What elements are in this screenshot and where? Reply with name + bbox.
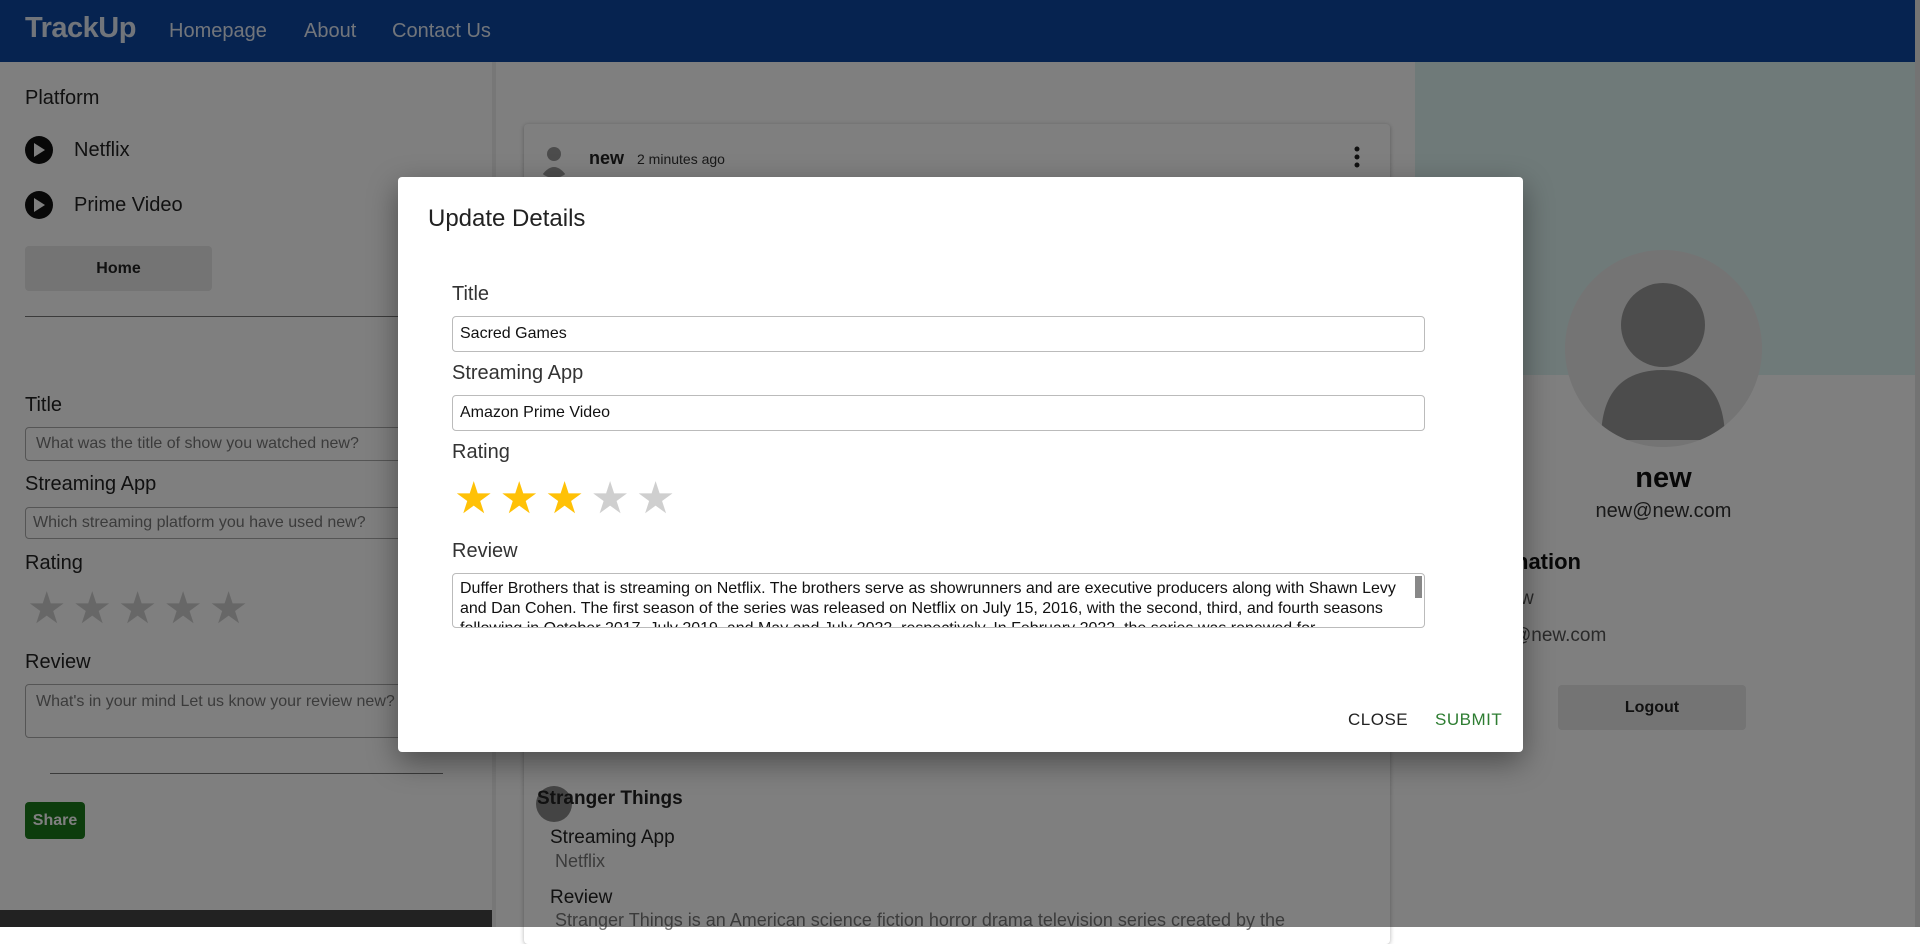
modal-review-textarea[interactable]: Duffer Brothers that is streaming on Net… xyxy=(452,573,1425,628)
star-empty-icon[interactable]: ★ xyxy=(590,477,629,521)
review-text: Duffer Brothers that is streaming on Net… xyxy=(460,580,1396,627)
textarea-scrollbar[interactable] xyxy=(1415,576,1422,598)
close-button[interactable]: CLOSE xyxy=(1348,710,1408,730)
star-filled-icon[interactable]: ★ xyxy=(545,477,584,521)
star-filled-icon[interactable]: ★ xyxy=(499,477,538,521)
update-details-dialog: Update Details Title Sacred Games Stream… xyxy=(398,177,1523,752)
modal-title-label: Title xyxy=(452,283,490,305)
modal-title-input[interactable]: Sacred Games xyxy=(452,316,1425,352)
modal-review-label: Review xyxy=(452,540,518,562)
modal-rating-label: Rating xyxy=(452,441,510,463)
star-empty-icon[interactable]: ★ xyxy=(636,477,675,521)
modal-streaming-app-input[interactable]: Amazon Prime Video xyxy=(452,395,1425,431)
modal-rating-stars[interactable]: ★ ★ ★ ★ ★ xyxy=(454,477,675,521)
modal-streaming-app-label: Streaming App xyxy=(452,362,584,384)
dialog-title: Update Details xyxy=(428,205,586,232)
submit-button[interactable]: SUBMIT xyxy=(1435,710,1502,730)
star-filled-icon[interactable]: ★ xyxy=(454,477,493,521)
